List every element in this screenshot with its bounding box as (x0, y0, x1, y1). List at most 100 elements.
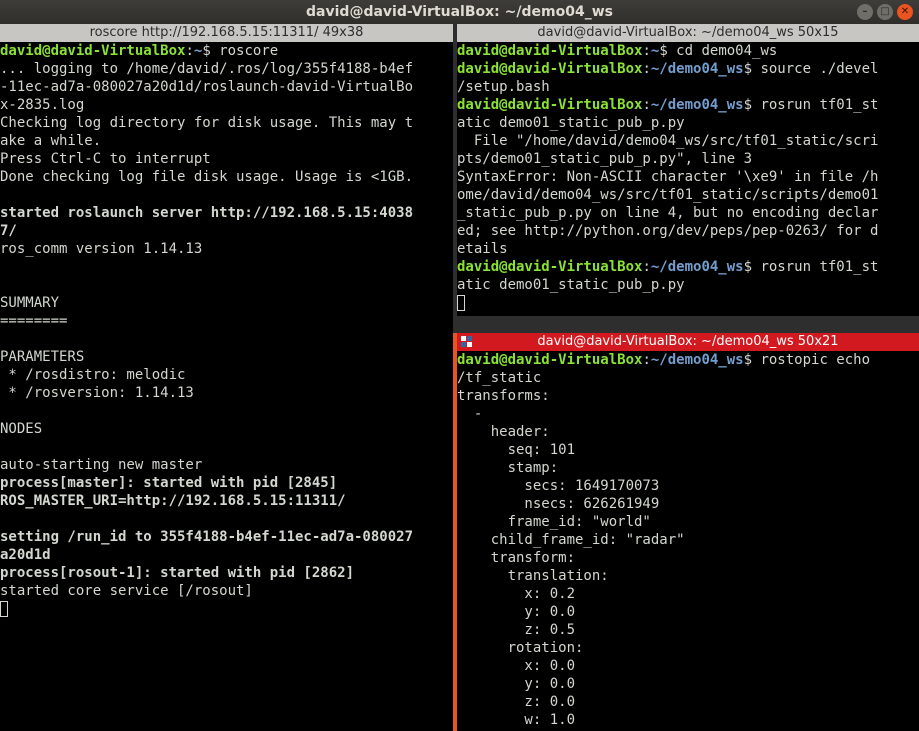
terminal-pane-roscore[interactable]: roscore http://192.168.5.15:11311/ 49x38… (0, 24, 453, 731)
maximize-button[interactable]: □ (877, 4, 893, 20)
terminal-text: Press Ctrl-C to interrupt (0, 151, 211, 167)
terminal-pane-rostopic[interactable]: david@david-VirtualBox: ~/demo04_ws 50x2… (457, 333, 919, 731)
terminal-text: $ cd demo04_ws (659, 43, 778, 59)
terminal-text: nsecs: 626261949 (457, 496, 660, 512)
terminator-icon[interactable] (461, 336, 473, 348)
pane-title-roscore[interactable]: roscore http://192.168.5.15:11311/ 49x38 (0, 24, 453, 42)
terminal-text: pts/demo01_static_pub_p.py", line 3 (457, 151, 753, 167)
pane-divider-horizontal[interactable] (457, 316, 919, 333)
terminal-text: y: 0.0 (457, 676, 576, 692)
terminal-text: x: 0.2 (457, 586, 576, 602)
terminal-text: $ rosrun tf01_st (743, 97, 879, 113)
terminal-text: stamp: (457, 460, 559, 476)
terminal-line: atic demo01_static_pub_p.py (457, 276, 919, 294)
pane-title-rostopic[interactable]: david@david-VirtualBox: ~/demo04_ws 50x2… (457, 333, 919, 351)
terminal-line: Done checking log file disk usage. Usage… (0, 168, 453, 186)
terminal-line: david@david-VirtualBox:~/demo04_ws$ rosr… (457, 258, 919, 276)
terminal-text: x-2835.log (0, 97, 85, 113)
terminal-pane-rosrun[interactable]: david@david-VirtualBox: ~/demo04_ws 50x1… (457, 24, 919, 316)
prompt-user: david@david-VirtualBox (457, 259, 643, 275)
terminal-text: transform: (457, 550, 576, 566)
terminal-text: $ roscore (202, 43, 279, 59)
window-titlebar[interactable]: david@david-VirtualBox: ~/demo04_ws – □ … (0, 0, 919, 24)
terminal-line: * /rosversion: 1.14.13 (0, 384, 453, 402)
terminal-line: x: 0.0 (457, 657, 919, 675)
terminal-line: header: (457, 423, 919, 441)
terminal-line: ... logging to /home/david/.ros/log/355f… (0, 60, 453, 78)
terminal-text: secs: 1649170073 (457, 478, 660, 494)
terminal-text: $ rosrun tf01_st (743, 259, 879, 275)
terminal-line: david@david-VirtualBox:~$ roscore (0, 42, 453, 60)
terminal-text: ... logging to /home/david/.ros/log/355f… (0, 61, 414, 77)
terminal-text: z: 0.5 (457, 622, 576, 638)
terminal-line: secs: 1649170073 (457, 477, 919, 495)
terminal-line: process[master]: started with pid [2845] (0, 474, 453, 492)
terminal-text: Done checking log file disk usage. Usage… (0, 169, 414, 185)
prompt-path: ~/demo04_ws (650, 259, 744, 275)
terminal-line: NODES (0, 420, 453, 438)
terminal-text: * /rosversion: 1.14.13 (0, 385, 194, 401)
close-button[interactable]: ✕ (897, 4, 913, 20)
terminal-text: seq: 101 (457, 442, 576, 458)
terminal-line: david@david-VirtualBox:~/demo04_ws$ rost… (457, 351, 919, 369)
terminal-text: process[rosout-1]: started with pid [286… (0, 565, 355, 581)
terminal-line: z: 0.0 (457, 693, 919, 711)
terminal-text: : (185, 43, 194, 59)
terminal-text: ======== (0, 313, 68, 329)
terminal-text: ROS_MASTER_URI=http://192.168.5.15:11311… (0, 493, 346, 509)
terminal-text: started roslaunch server http://192.168.… (0, 205, 414, 221)
terminal-line: child_frame_id: "radar" (457, 531, 919, 549)
terminal-text: y: 0.0 (457, 604, 576, 620)
terminal-text: $ source ./devel (743, 61, 879, 77)
window-controls: – □ ✕ (857, 4, 913, 20)
terminal-line: etails (457, 240, 919, 258)
terminal-line: started roslaunch server http://192.168.… (0, 204, 453, 222)
terminal-output-rostopic[interactable]: david@david-VirtualBox:~/demo04_ws$ rost… (457, 351, 919, 731)
terminal-text: -11ec-ad7a-080027a20d1d/roslaunch-david-… (0, 79, 414, 95)
terminal-line: z: 0.5 (457, 621, 919, 639)
terminal-line: /tf_static (457, 369, 919, 387)
terminal-line: PARAMETERS (0, 348, 453, 366)
terminal-text: $ rostopic echo (743, 352, 871, 368)
pane-title-rosrun[interactable]: david@david-VirtualBox: ~/demo04_ws 50x1… (457, 24, 919, 42)
terminal-text: SyntaxError: Non-ASCII character '\xe9' … (457, 169, 879, 185)
terminal-text: PARAMETERS (0, 349, 85, 365)
terminal-line: ROS_MASTER_URI=http://192.168.5.15:11311… (0, 492, 453, 510)
terminal-text: Checking log directory for disk usage. T… (0, 115, 414, 131)
terminal-text: : (642, 352, 651, 368)
terminal-text: a20d1d (0, 547, 51, 563)
terminal-line: rotation: (457, 639, 919, 657)
terminal-output-roscore[interactable]: david@david-VirtualBox:~$ roscore... log… (0, 42, 453, 731)
terminal-cursor (457, 295, 465, 311)
terminal-cursor (0, 601, 8, 617)
prompt-user: david@david-VirtualBox (457, 43, 643, 59)
minimize-button[interactable]: – (857, 4, 873, 20)
terminal-line: stamp: (457, 459, 919, 477)
terminal-text: header: (457, 424, 550, 440)
terminal-text: ake a while. (0, 133, 102, 149)
terminal-text: child_frame_id: "radar" (457, 532, 685, 548)
prompt-path: ~/demo04_ws (650, 61, 744, 77)
terminal-line: atic demo01_static_pub_p.py (457, 114, 919, 132)
terminal-text: etails (457, 241, 508, 257)
terminal-line: * /rosdistro: melodic (0, 366, 453, 384)
terminal-text: : (642, 259, 651, 275)
terminal-line: translation: (457, 567, 919, 585)
prompt-user: david@david-VirtualBox (457, 97, 643, 113)
terminal-text: SUMMARY (0, 295, 60, 311)
terminal-line: started core service [/rosout] (0, 582, 453, 600)
terminal-line: nsecs: 626261949 (457, 495, 919, 513)
terminal-text: ome/david/demo04_ws/src/tf01_static/scri… (457, 187, 879, 203)
terminal-output-rosrun[interactable]: david@david-VirtualBox:~$ cd demo04_ws da… (457, 42, 919, 316)
terminal-text: process[master]: started with pid [2845] (0, 475, 338, 491)
terminal-line: auto-starting new master (0, 456, 453, 474)
terminal-line: ake a while. (0, 132, 453, 150)
terminal-text: NODES (0, 421, 43, 437)
terminal-text: setting /run_id to 355f4188-b4ef-11ec-ad… (0, 529, 414, 545)
prompt-user: david@david-VirtualBox (457, 61, 643, 77)
terminal-text: rotation: (457, 640, 584, 656)
